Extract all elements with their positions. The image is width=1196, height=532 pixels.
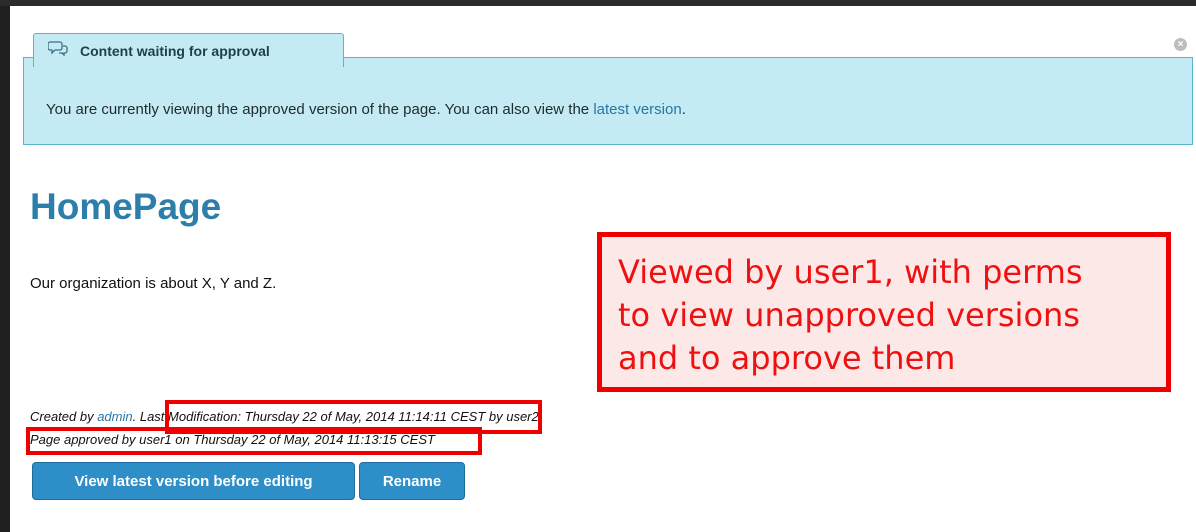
annotation-line: to view unapproved versions <box>618 296 1080 334</box>
page-meta-approved: Page approved by user1 on Thursday 22 of… <box>30 432 435 447</box>
annotation-line: and to approve them <box>618 339 956 377</box>
alert-title: Content waiting for approval <box>80 42 270 59</box>
latest-version-link[interactable]: latest version <box>593 101 681 118</box>
comments-icon <box>47 40 68 61</box>
page-title: HomePage <box>30 186 222 227</box>
alert-title-tab: Content waiting for approval <box>33 33 344 67</box>
annotation-callout: Viewed by user1, with perms to view unap… <box>597 232 1171 392</box>
creator-link[interactable]: admin <box>97 409 132 424</box>
view-latest-version-button[interactable]: View latest version before editing <box>32 462 355 500</box>
close-icon[interactable]: × <box>1174 38 1187 51</box>
page-body-text: Our organization is about X, Y and Z. <box>30 275 277 292</box>
rename-button[interactable]: Rename <box>359 462 465 500</box>
approval-alert-box: You are currently viewing the approved v… <box>23 57 1193 145</box>
annotation-line: Viewed by user1, with perms <box>618 253 1083 291</box>
alert-message: You are currently viewing the approved v… <box>46 101 686 118</box>
page-meta-created: Created by admin. Last Modification: Thu… <box>30 409 543 424</box>
